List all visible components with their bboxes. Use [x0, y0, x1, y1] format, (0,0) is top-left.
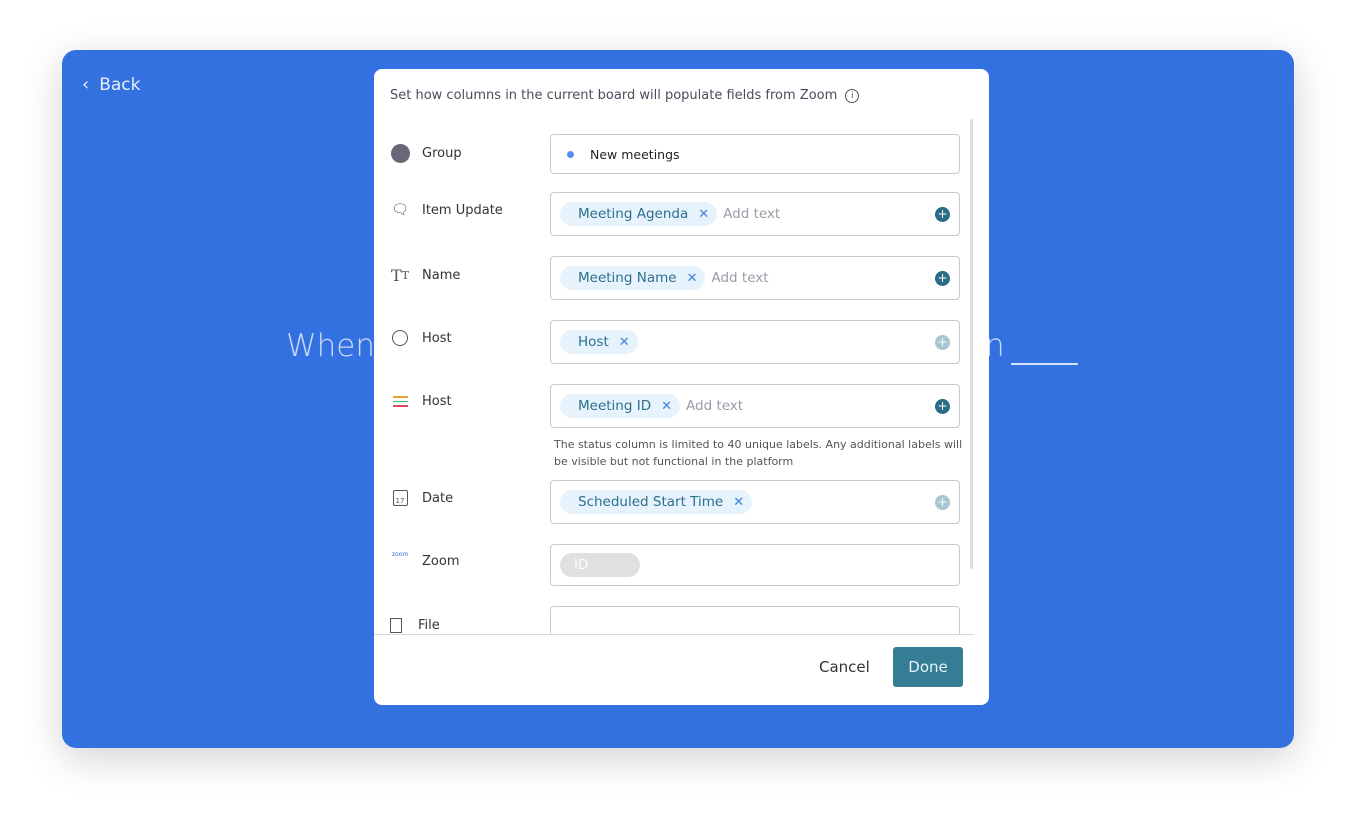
status-field[interactable]: Meeting ID ✕ Add text + [550, 384, 960, 428]
circle-icon [390, 144, 410, 163]
dialog-header: Set how columns in the current board wil… [390, 88, 860, 103]
chip-label: Meeting Agenda [578, 206, 689, 222]
add-field-icon: + [935, 334, 950, 350]
add-field-icon[interactable]: + [935, 398, 950, 414]
group-color-dot [567, 150, 574, 158]
calendar-icon: 17 [390, 490, 410, 506]
row-label: Host [422, 394, 452, 409]
chevron-left-icon: ‹ [82, 74, 90, 95]
back-button[interactable]: ‹ Back [82, 74, 140, 95]
remove-chip-icon[interactable]: ✕ [687, 271, 698, 286]
chip-label: Meeting ID [578, 398, 652, 414]
row-label: Item Update [422, 202, 503, 218]
info-icon[interactable]: i [845, 88, 860, 103]
row-label: Date [422, 490, 454, 506]
row-label: Group [422, 146, 462, 161]
group-select[interactable]: New meetings [550, 134, 960, 174]
background-sentence-start: When [286, 328, 376, 364]
group-value: New meetings [590, 146, 680, 162]
row-label: Zoom [422, 554, 460, 569]
zoom-logo-icon: zoom [391, 551, 409, 558]
mapping-list[interactable]: Group New meetings 🗨︎ Item Update Meeting… [374, 119, 974, 634]
chip: Scheduled Start Time ✕ [560, 490, 753, 514]
row-label: File [418, 618, 440, 633]
remove-chip-icon[interactable]: ✕ [619, 335, 630, 350]
chip: Host ✕ [560, 330, 638, 354]
chip: Meeting Agenda ✕ [560, 202, 718, 226]
row-label: Host [422, 330, 452, 346]
disabled-chip: ID [560, 553, 640, 577]
footer-divider [374, 634, 974, 635]
chip: Meeting Name ✕ [560, 266, 706, 290]
status-limit-note: The status column is limited to 40 uniqu… [554, 438, 963, 468]
file-field[interactable] [550, 606, 960, 634]
add-field-icon[interactable]: + [935, 206, 950, 222]
file-icon [386, 618, 406, 633]
chip-label: Scheduled Start Time [578, 494, 724, 510]
zoom-field: ID [550, 544, 960, 586]
add-text-input[interactable]: Add text [686, 398, 743, 414]
row-label: Name [422, 268, 461, 283]
speech-bubble-icon: 🗨︎ [391, 202, 409, 218]
host-field[interactable]: Host ✕ + [550, 320, 960, 364]
chip-label: Host [578, 334, 609, 350]
date-field[interactable]: Scheduled Start Time ✕ + [550, 480, 960, 524]
scrollbar[interactable] [970, 119, 973, 569]
name-field[interactable]: Meeting Name ✕ Add text + [550, 256, 960, 300]
dialog-description: Set how columns in the current board wil… [390, 88, 838, 103]
status-lines-icon [390, 396, 410, 407]
add-text-input[interactable]: Add text [711, 270, 768, 286]
remove-chip-icon[interactable]: ✕ [698, 207, 709, 222]
cancel-button[interactable]: Cancel [819, 658, 870, 676]
field-mapping-dialog: Set how columns in the current board wil… [374, 69, 989, 705]
back-label: Back [99, 74, 141, 95]
chip: Meeting ID ✕ [560, 394, 681, 418]
done-button[interactable]: Done [893, 647, 963, 687]
sentence-blank[interactable] [1011, 363, 1078, 365]
remove-chip-icon[interactable]: ✕ [661, 399, 672, 414]
add-field-icon: + [935, 494, 950, 510]
people-icon [390, 330, 410, 346]
chip-label: Meeting Name [578, 270, 677, 286]
remove-chip-icon[interactable]: ✕ [733, 495, 744, 510]
add-text-input[interactable]: Add text [723, 206, 780, 222]
add-field-icon[interactable]: + [935, 270, 950, 286]
text-type-icon: TT [390, 266, 409, 285]
item-update-field[interactable]: Meeting Agenda ✕ Add text + [550, 192, 960, 236]
